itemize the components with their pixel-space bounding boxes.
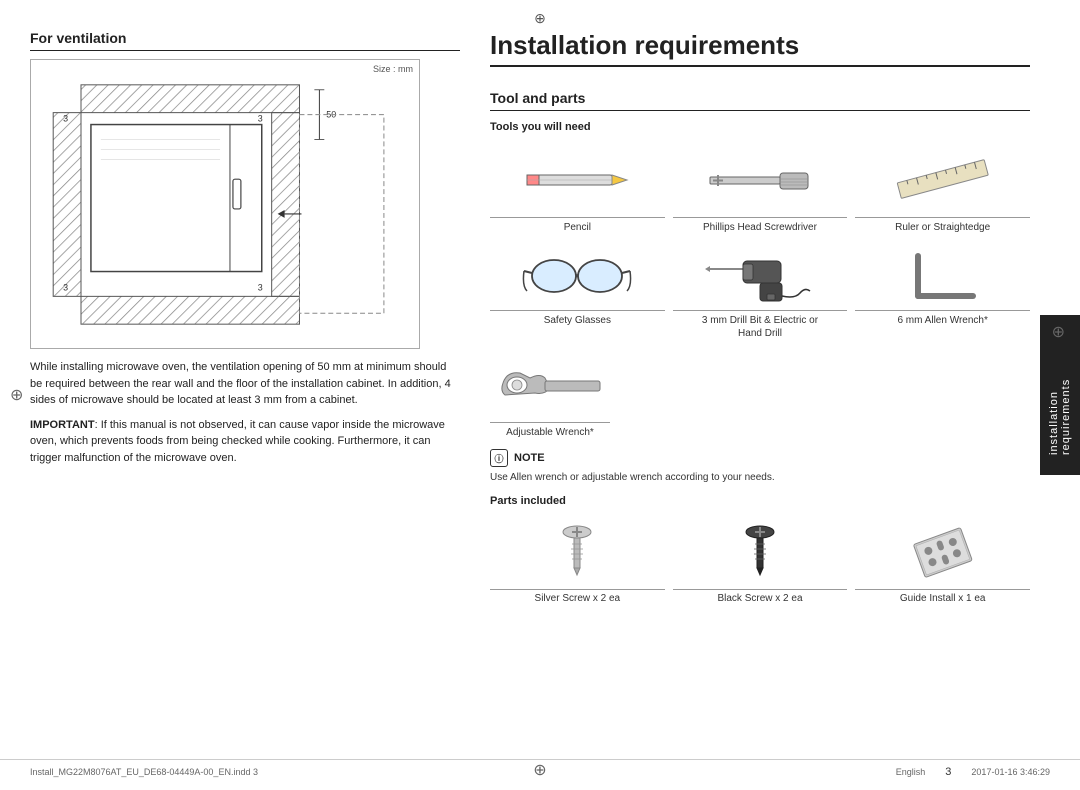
silver-screw-icon-area	[527, 517, 627, 587]
allen-wrench-icon	[888, 241, 998, 306]
language-label: English	[896, 767, 926, 777]
part-black-screw: Black Screw x 2 ea	[673, 517, 848, 604]
screwdriver-icon	[705, 153, 815, 208]
tools-row-single: Adjustable Wrench*	[490, 350, 1030, 439]
safety-glasses-label: Safety Glasses	[490, 310, 665, 327]
note-text: Use Allen wrench or adjustable wrench ac…	[490, 471, 1030, 485]
svg-text:3: 3	[63, 114, 68, 124]
tool-parts-title: Tool and parts	[490, 90, 1030, 111]
right-column: Tool and parts Tools you will need	[490, 30, 1030, 740]
reg-mark-right: ⊕	[1052, 322, 1065, 342]
ruler-icon	[888, 153, 998, 208]
pencil-icon	[522, 153, 632, 208]
page-number: 3	[945, 766, 951, 778]
guide-install-icon	[898, 520, 988, 585]
right-col-inner: Tool and parts Tools you will need	[490, 90, 1030, 604]
silver-screw-icon	[532, 520, 622, 585]
svg-text:3: 3	[63, 282, 68, 292]
footer-date: 2017-01-16 3:46:29	[971, 767, 1050, 777]
adjustable-wrench-icon	[495, 353, 605, 418]
guide-install-label: Guide Install x 1 ea	[855, 589, 1030, 604]
diagram-svg: 50	[31, 60, 419, 348]
ventilation-important: IMPORTANT: If this manual is not observe…	[30, 417, 460, 467]
svg-text:3: 3	[258, 282, 263, 292]
adjustable-wrench-label: Adjustable Wrench*	[490, 422, 610, 439]
tool-safety-glasses: Safety Glasses	[490, 238, 665, 340]
black-screw-icon-area	[710, 517, 810, 587]
note-icon: ⓘ	[490, 449, 508, 467]
parts-subtitle: Parts included	[490, 495, 1030, 507]
tools-grid-row1: Pencil	[490, 145, 1030, 340]
reg-mark-left: ⊕	[10, 385, 23, 405]
important-label: IMPORTANT	[30, 419, 95, 431]
note-section: ⓘ NOTE Use Allen wrench or adjustable wr…	[490, 449, 1030, 485]
screwdriver-icon-area	[700, 145, 820, 215]
page-container: ⊕ ⊕ Installation requirements For ventil…	[0, 0, 1080, 790]
adjustable-wrench-icon-area	[490, 350, 610, 420]
pencil-label: Pencil	[490, 217, 665, 234]
tool-ruler: Ruler or Straightedge	[855, 145, 1030, 234]
drill-label: 3 mm Drill Bit & Electric or Hand Drill	[673, 310, 848, 340]
tool-drill: 3 mm Drill Bit & Electric or Hand Drill	[673, 238, 848, 340]
allen-wrench-icon-area	[883, 238, 1003, 308]
safety-glasses-icon-area	[517, 238, 637, 308]
black-screw-icon	[715, 520, 805, 585]
left-column: For ventilation Size : mm 50	[30, 30, 460, 740]
svg-text:3: 3	[258, 114, 263, 124]
safety-glasses-icon	[522, 241, 632, 306]
drill-icon-area	[700, 238, 820, 308]
tool-screwdriver: Phillips Head Screwdriver	[673, 145, 848, 234]
drill-icon	[705, 241, 815, 306]
part-guide-install: Guide Install x 1 ea	[855, 517, 1030, 604]
footer: Install_MG22M8076AT_EU_DE68-04449A-00_EN…	[0, 759, 1080, 778]
note-label: NOTE	[514, 452, 545, 464]
ventilation-section: For ventilation Size : mm 50	[30, 30, 460, 466]
tool-allen-wrench: 6 mm Allen Wrench*	[855, 238, 1030, 340]
reg-mark-top: ⊕	[534, 10, 546, 27]
black-screw-label: Black Screw x 2 ea	[673, 589, 848, 604]
ruler-icon-area	[883, 145, 1003, 215]
ruler-label: Ruler or Straightedge	[855, 217, 1030, 234]
tool-adjustable-wrench: Adjustable Wrench*	[490, 350, 610, 439]
footer-right: English 3 2017-01-16 3:46:29	[896, 766, 1050, 778]
part-silver-screw: Silver Screw x 2 ea	[490, 517, 665, 604]
parts-grid: Silver Screw x 2 ea	[490, 517, 1030, 604]
ventilation-diagram: Size : mm 50	[30, 59, 420, 349]
allen-wrench-label: 6 mm Allen Wrench*	[855, 310, 1030, 327]
guide-install-icon-area	[893, 517, 993, 587]
pencil-icon-area	[517, 145, 637, 215]
note-header: ⓘ NOTE	[490, 449, 1030, 467]
size-label: Size : mm	[373, 64, 413, 74]
tool-pencil: Pencil	[490, 145, 665, 234]
ventilation-title: For ventilation	[30, 30, 460, 51]
tools-subtitle: Tools you will need	[490, 121, 1030, 133]
footer-left: Install_MG22M8076AT_EU_DE68-04449A-00_EN…	[30, 767, 258, 777]
screwdriver-label: Phillips Head Screwdriver	[673, 217, 848, 234]
silver-screw-label: Silver Screw x 2 ea	[490, 589, 665, 604]
ventilation-paragraph1: While installing microwave oven, the ven…	[30, 359, 460, 409]
